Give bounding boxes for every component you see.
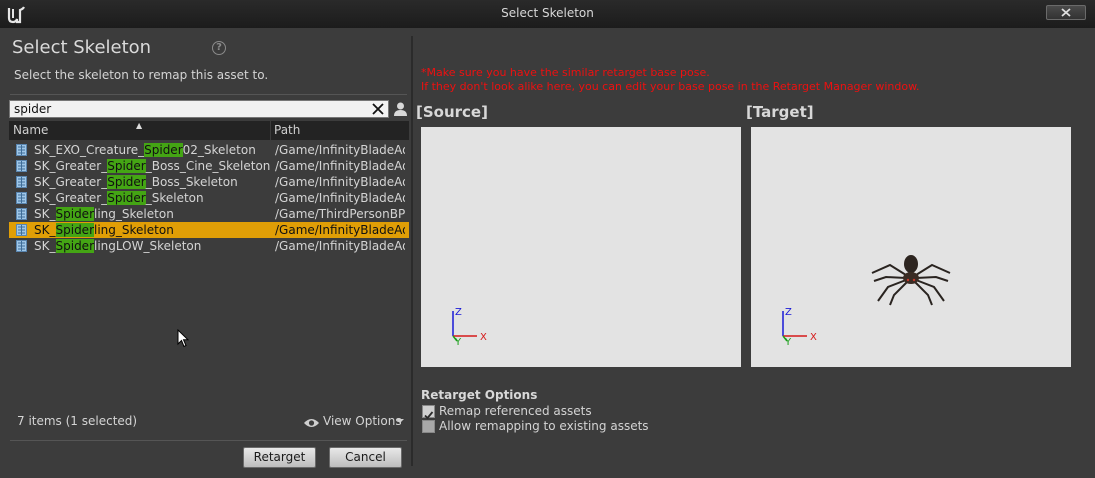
cancel-button[interactable]: Cancel: [329, 447, 402, 468]
help-icon[interactable]: ?: [212, 41, 226, 55]
user-icon[interactable]: [393, 101, 408, 117]
axis-gizmo-icon: Z X Y: [782, 307, 817, 345]
retarget-options-title: Retarget Options: [421, 388, 538, 402]
separator: [10, 94, 407, 95]
title-bar: Select Skeleton: [0, 0, 1095, 28]
mouse-cursor-icon: [177, 329, 189, 348]
skeleton-path: /Game/InfinityBladeAdv: [275, 223, 405, 237]
eye-icon[interactable]: [303, 418, 320, 428]
skeleton-asset-icon: [16, 144, 27, 156]
search-match-highlight: Spider: [107, 159, 146, 173]
skeleton-path: /Game/InfinityBladeAdv: [275, 143, 405, 157]
skeleton-path: /Game/InfinityBladeAdv: [275, 159, 405, 173]
spider-model: [871, 255, 951, 306]
search-match-highlight: Spider: [55, 223, 95, 237]
close-icon: [1061, 8, 1071, 17]
panel-divider: [411, 36, 413, 466]
target-label: [Target]: [746, 103, 814, 121]
target-viewport[interactable]: Z X Y: [751, 127, 1071, 367]
skeleton-asset-icon: [16, 208, 27, 220]
skeleton-asset-icon: [16, 160, 27, 172]
search-match-highlight: Spider: [107, 175, 146, 189]
allow-remapping-checkbox[interactable]: [422, 420, 435, 433]
skeleton-path: /Game/InfinityBladeAdv: [275, 239, 405, 253]
warning-text-2: If they don't look alike here, you can e…: [421, 80, 920, 93]
list-item[interactable]: SK_Greater_Spider_Boss_Skeleton/Game/Inf…: [9, 174, 409, 190]
chevron-down-icon: [396, 419, 404, 423]
axis-gizmo-icon: Z X Y: [452, 307, 487, 345]
list-item[interactable]: SK_SpiderlingLOW_Skeleton/Game/InfinityB…: [9, 238, 409, 254]
skeleton-path: /Game/ThirdPersonBP/: [275, 207, 405, 221]
axis-z-label: Z: [785, 307, 792, 318]
list-header: Name ▲ Path: [9, 121, 409, 140]
axis-y-label: Y: [784, 337, 792, 345]
window-title: Select Skeleton: [501, 6, 594, 20]
close-button[interactable]: [1046, 5, 1086, 20]
list-item[interactable]: SK_Greater_Spider_Skeleton/Game/Infinity…: [9, 190, 409, 206]
retarget-button[interactable]: Retarget: [243, 447, 316, 468]
skeleton-asset-icon: [16, 192, 27, 204]
axis-x-label: X: [810, 332, 817, 343]
list-item[interactable]: SK_Spiderling_Skeleton/Game/InfinityBlad…: [9, 222, 409, 238]
dialog-subtitle: Select the skeleton to remap this asset …: [14, 68, 269, 82]
separator: [10, 440, 407, 441]
allow-remapping-label: Allow remapping to existing assets: [439, 419, 649, 433]
warning-text-1: *Make sure you have the similar retarget…: [421, 66, 710, 79]
skeleton-name: SK_Spiderling_Skeleton: [34, 207, 174, 221]
axis-x-label: X: [480, 332, 487, 343]
search-match-highlight: Spider: [55, 207, 95, 221]
skeleton-name: SK_Greater_Spider_Skeleton: [34, 191, 204, 205]
skeleton-name: SK_Spiderling_Skeleton: [34, 223, 174, 237]
list-item[interactable]: SK_Greater_Spider_Boss_Cine_Skeleton/Gam…: [9, 158, 409, 174]
column-separator[interactable]: [270, 121, 271, 140]
remap-referenced-label: Remap referenced assets: [439, 404, 592, 418]
search-value[interactable]: spider: [14, 102, 51, 116]
axis-z-label: Z: [455, 307, 462, 318]
skeleton-asset-icon: [16, 224, 27, 236]
item-count: 7 items (1 selected): [17, 414, 138, 428]
skeleton-path: /Game/InfinityBladeAdv: [275, 175, 405, 189]
search-match-highlight: Spider: [107, 191, 146, 205]
search-match-highlight: Spider: [144, 143, 183, 157]
skeleton-name: SK_SpiderlingLOW_Skeleton: [34, 239, 202, 253]
skeleton-path: /Game/InfinityBladeAdv: [275, 191, 405, 205]
skeleton-name: SK_Greater_Spider_Boss_Skeleton: [34, 175, 238, 189]
source-label: [Source]: [416, 103, 488, 121]
search-match-highlight: Spider: [55, 239, 95, 253]
dialog-heading: Select Skeleton: [12, 37, 152, 58]
remap-referenced-checkbox[interactable]: [422, 405, 435, 420]
list-item[interactable]: SK_EXO_Creature_Spider02_Skeleton/Game/I…: [9, 142, 409, 158]
skeleton-name: SK_EXO_Creature_Spider02_Skeleton: [34, 143, 256, 157]
list-item[interactable]: SK_Spiderling_Skeleton/Game/ThirdPersonB…: [9, 206, 409, 222]
source-viewport[interactable]: Z X Y: [421, 127, 741, 367]
axis-y-label: Y: [454, 337, 462, 345]
column-name[interactable]: Name: [13, 123, 48, 137]
skeleton-name: SK_Greater_Spider_Boss_Cine_Skeleton: [34, 159, 271, 173]
column-path[interactable]: Path: [274, 123, 300, 137]
search-input[interactable]: spider: [9, 100, 389, 118]
skeleton-asset-icon: [16, 240, 27, 252]
view-options-button[interactable]: View Options: [323, 414, 402, 428]
clear-search-icon[interactable]: [371, 102, 385, 116]
skeleton-list: SK_EXO_Creature_Spider02_Skeleton/Game/I…: [9, 142, 409, 254]
skeleton-asset-icon: [16, 176, 27, 188]
sort-ascending-icon: ▲: [136, 121, 143, 130]
